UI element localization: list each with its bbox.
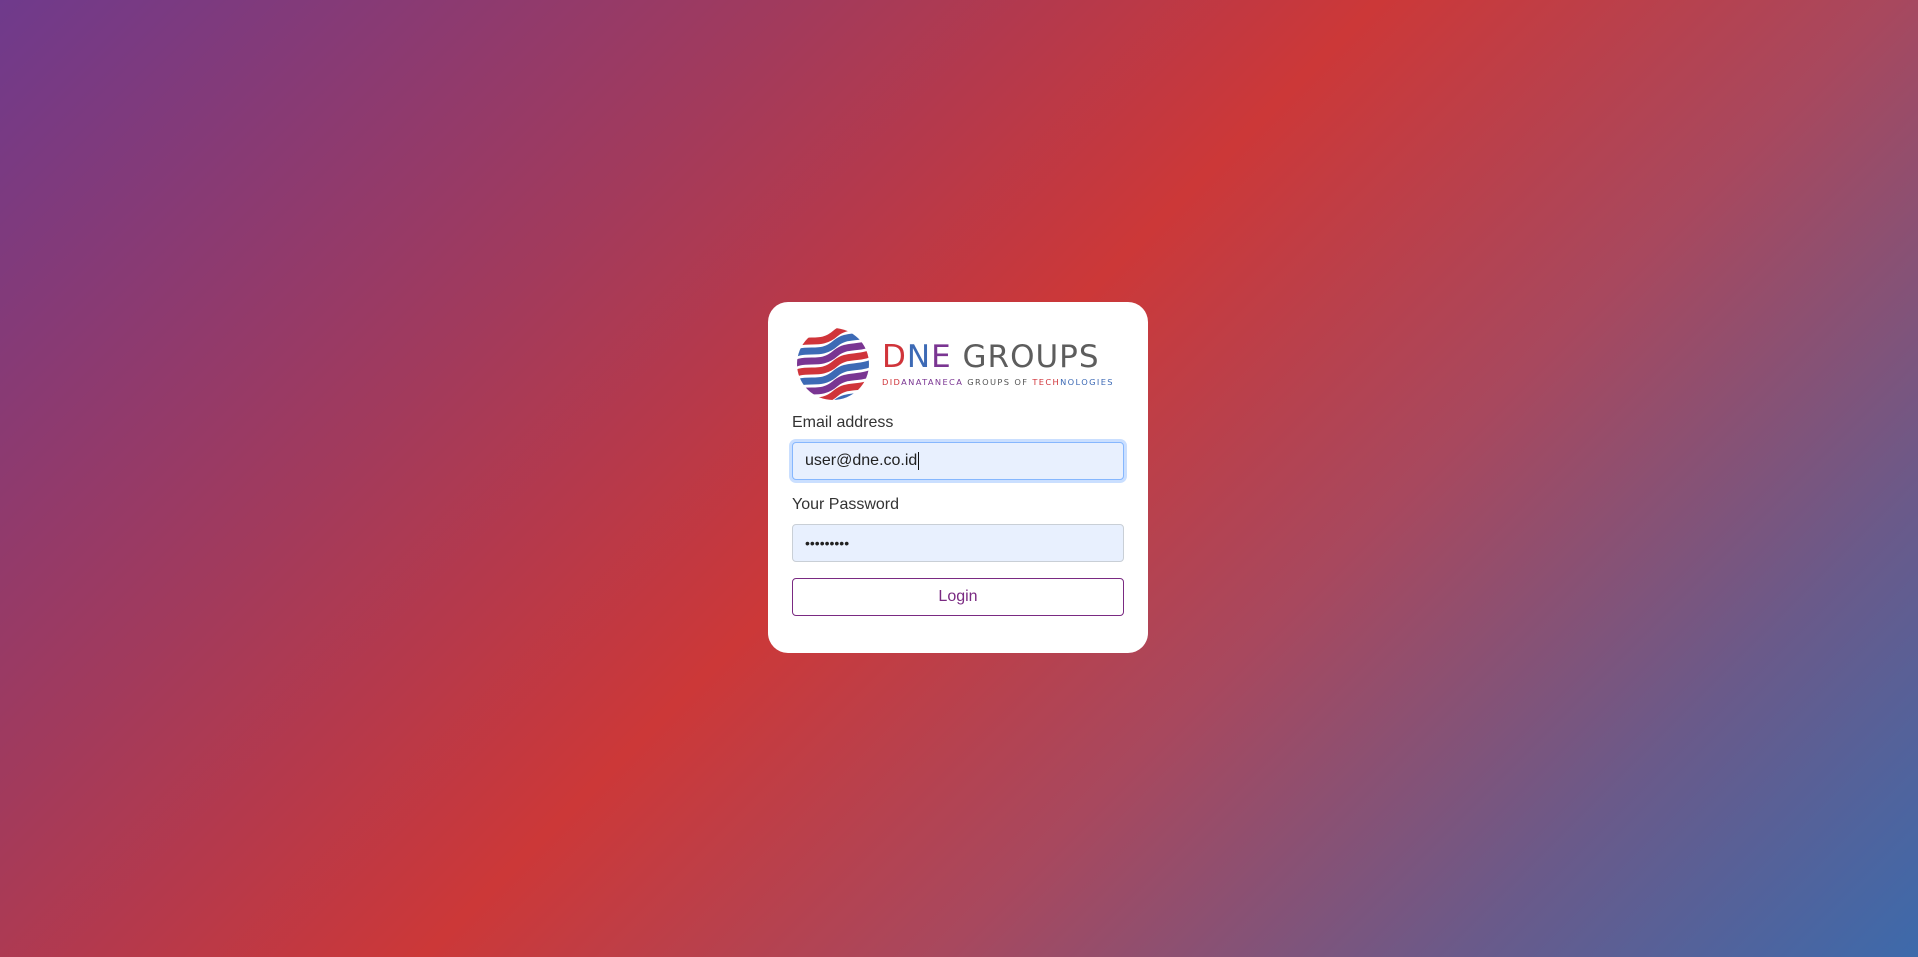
login-page: { "brand": { "name_part1": "D", "name_pa… [0, 0, 1918, 957]
brand-name-n: N [906, 339, 932, 375]
email-label: Email address [792, 414, 894, 431]
brand-name-d: D [882, 339, 907, 375]
login-button[interactable]: Login [792, 578, 1124, 616]
email-value: user@dne.co.id [805, 452, 918, 469]
tagline-part5: NOLOGIES [1060, 377, 1114, 387]
striped-globe-icon [797, 328, 869, 400]
brand-name-groups: GROUPS [951, 339, 1100, 375]
tagline-part2: ANATANECA [901, 377, 964, 387]
login-card: DNE GROUPS DIDANATANECA GROUPS OF TECHNO… [768, 302, 1148, 653]
brand-name-e: E [931, 339, 952, 375]
brand-wordmark: DNE GROUPS DIDANATANECA GROUPS OF TECHNO… [882, 340, 1114, 388]
tagline-part4: TECH [1032, 377, 1061, 387]
text-caret [918, 452, 920, 470]
brand-tagline: DIDANATANECA GROUPS OF TECHNOLOGIES [882, 376, 1114, 388]
password-label: Your Password [792, 496, 900, 513]
email-field[interactable]: user@dne.co.id [792, 442, 1124, 480]
brand-logo: DNE GROUPS DIDANATANECA GROUPS OF TECHNO… [796, 326, 1124, 402]
tagline-part1: DID [882, 377, 902, 387]
brand-name: DNE GROUPS [882, 340, 1114, 374]
tagline-part3: GROUPS OF [963, 377, 1033, 387]
password-value: ••••••••• [805, 535, 850, 551]
password-field[interactable]: ••••••••• [792, 524, 1124, 562]
